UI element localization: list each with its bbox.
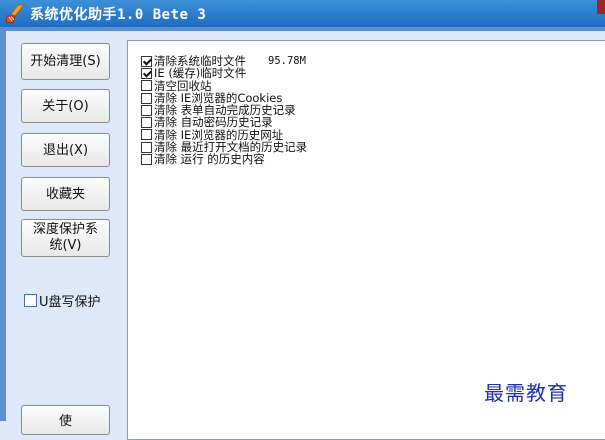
clean-item-checkbox[interactable] xyxy=(141,117,152,129)
about-button[interactable]: 关于(O) xyxy=(21,89,110,123)
usb-protect-box[interactable] xyxy=(24,294,37,307)
clean-item-checkbox[interactable] xyxy=(141,141,152,153)
window-border-left xyxy=(0,27,6,421)
title-bar: 系统优化助手1.0 Bete 3 xyxy=(0,0,605,27)
deep-protect-label-line2: 统(V) xyxy=(49,238,82,253)
exit-label: 退出(X) xyxy=(42,142,89,158)
deep-protect-label-line1: 深度保护系 xyxy=(32,222,98,237)
clean-item-checkbox[interactable] xyxy=(141,80,152,92)
clean-item-ie-cache[interactable]: IE (缓存)临时文件 xyxy=(141,66,307,81)
clean-item-checkbox[interactable] xyxy=(141,67,152,79)
clean-item-password-history[interactable]: 清除 自动密码历史记录 xyxy=(141,115,307,130)
clean-options-list: 清除系统临时文件 95.78M IE (缓存)临时文件 清空回收站 清除 IE浏… xyxy=(141,55,307,166)
broom-icon xyxy=(5,4,25,24)
clean-item-checkbox[interactable] xyxy=(141,55,152,67)
clean-item-label: IE (缓存)临时文件 xyxy=(154,66,247,81)
clean-item-checkbox[interactable] xyxy=(141,104,152,116)
clean-item-checkbox[interactable] xyxy=(141,129,152,141)
window-control[interactable] xyxy=(597,0,605,14)
clean-item-run-history[interactable]: 清除 运行 的历史内容 xyxy=(141,152,307,167)
start-clean-button[interactable]: 开始清理(S) xyxy=(21,43,110,80)
window-border-top xyxy=(0,27,605,31)
favorites-button[interactable]: 收藏夹 xyxy=(21,177,110,211)
use-label: 使 xyxy=(58,414,72,429)
deep-protect-button[interactable]: 深度保护系 统(V) xyxy=(21,219,110,257)
clean-item-checkbox[interactable] xyxy=(141,92,152,104)
favorites-label: 收藏夹 xyxy=(45,186,85,202)
start-clean-label: 开始清理(S) xyxy=(30,54,101,69)
window-title: 系统优化助手1.0 Bete 3 xyxy=(30,7,207,23)
clean-item-checkbox[interactable] xyxy=(141,154,152,166)
about-label: 关于(O) xyxy=(42,98,89,114)
clean-item-label: 清除 自动密码历史记录 xyxy=(154,115,273,130)
use-button[interactable]: 使 xyxy=(21,405,110,435)
clean-item-label: 清除 运行 的历史内容 xyxy=(154,152,265,167)
usb-protect-label: U盘写保护 xyxy=(39,295,101,310)
exit-button[interactable]: 退出(X) xyxy=(21,133,110,167)
usb-protect-checkbox[interactable]: U盘写保护 xyxy=(24,291,101,310)
temp-files-size: 95.78M xyxy=(268,55,306,67)
watermark: 最需教育 xyxy=(484,381,568,405)
